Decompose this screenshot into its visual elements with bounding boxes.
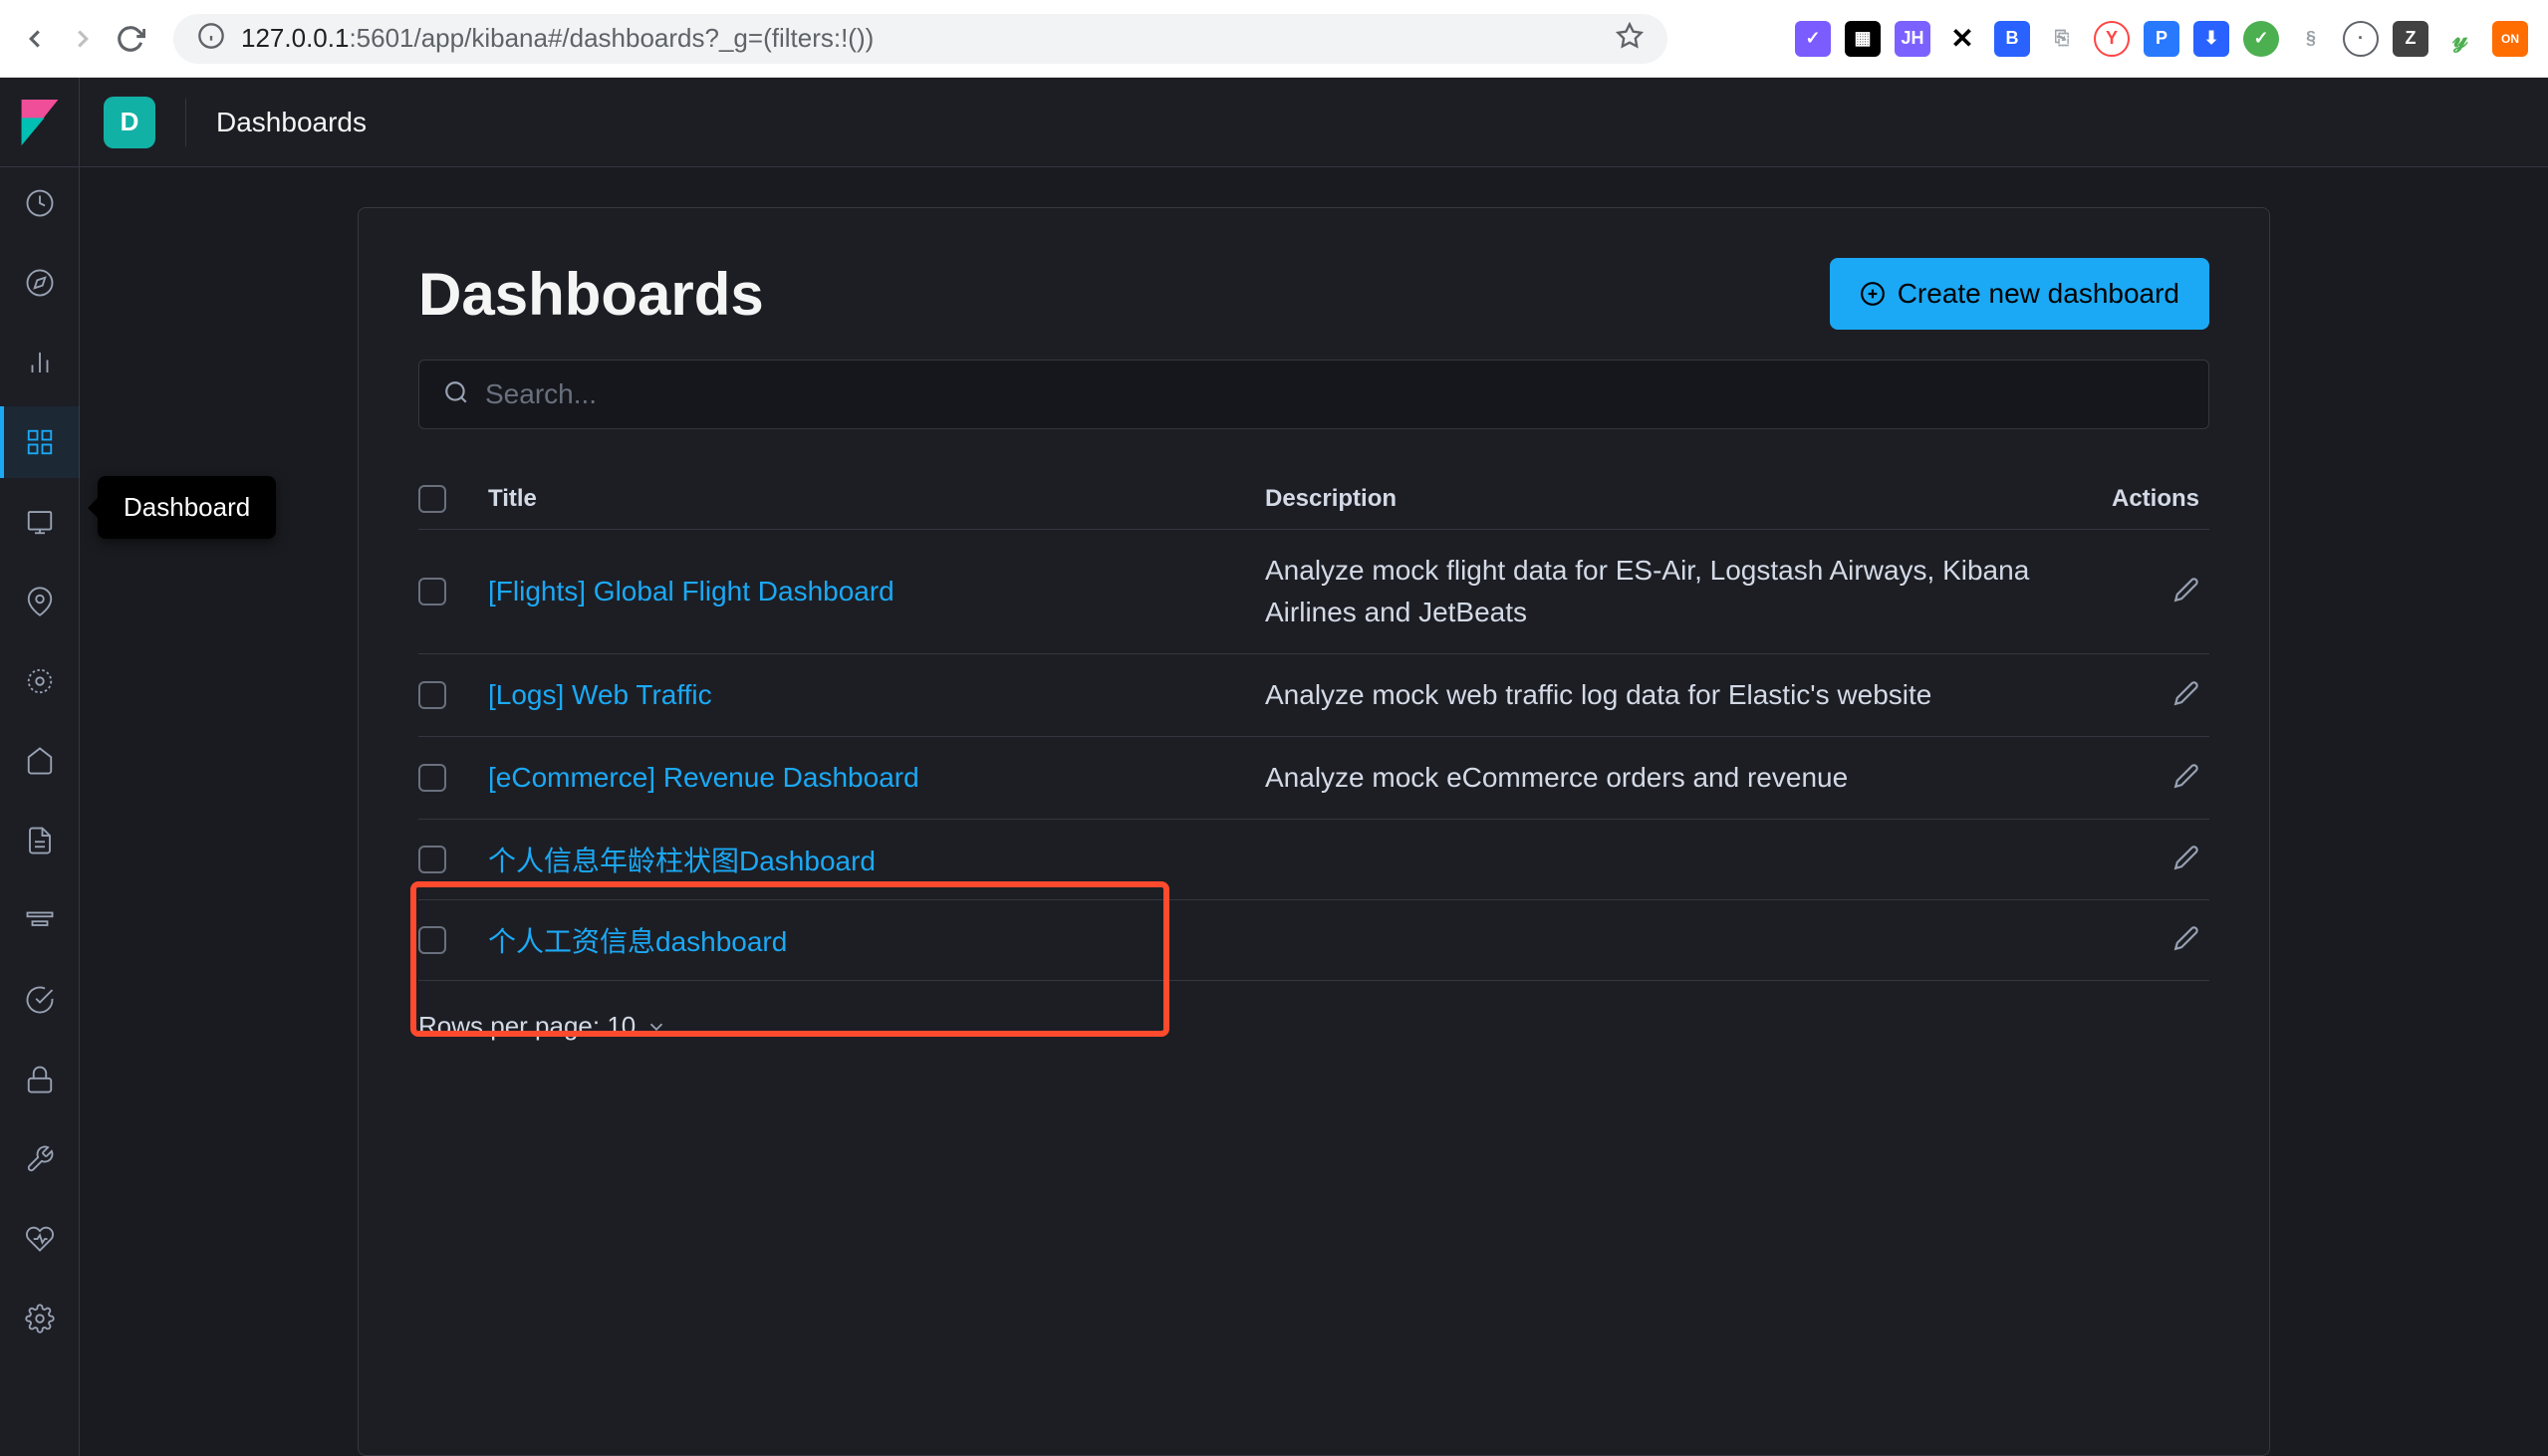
dashboard-link[interactable]: 个人工资信息dashboard <box>488 920 1265 960</box>
space-selector[interactable]: D <box>104 97 155 148</box>
dashboard-description: Analyze mock web traffic log data for El… <box>1265 674 2050 716</box>
row-checkbox[interactable] <box>418 578 446 606</box>
url-text: 127.0.0.1:5601/app/kibana#/dashboards?_g… <box>241 23 1600 54</box>
ext-icon[interactable]: JH <box>1895 21 1930 57</box>
divider <box>185 99 186 146</box>
nav-visualize[interactable] <box>0 327 80 398</box>
site-info-icon[interactable] <box>197 22 225 55</box>
column-description[interactable]: Description <box>1265 485 2050 513</box>
nav-recent[interactable] <box>0 167 80 239</box>
ext-icon[interactable]: ✓ <box>1795 21 1831 57</box>
nav-discover[interactable] <box>0 247 80 319</box>
ext-icon[interactable]: · <box>2343 21 2379 57</box>
edit-icon[interactable] <box>2173 857 2199 874</box>
search-icon <box>443 379 469 410</box>
row-checkbox[interactable] <box>418 764 446 792</box>
table-row: 个人信息年龄柱状图Dashboard <box>418 820 2209 900</box>
dashboard-link[interactable]: [Logs] Web Traffic <box>488 679 1265 711</box>
nav-devtools[interactable] <box>0 1123 80 1195</box>
ext-icon[interactable]: ✓ <box>2243 21 2279 57</box>
page-title: Dashboards <box>418 260 764 329</box>
edit-icon[interactable] <box>2173 938 2199 955</box>
column-title[interactable]: Title <box>488 485 1265 513</box>
back-button[interactable] <box>20 24 50 54</box>
dashboards-panel: Dashboards Create new dashboard Title De… <box>358 207 2270 1456</box>
dashboards-table: Title Description Actions [Flights] Glob… <box>418 469 2209 981</box>
edit-icon[interactable] <box>2173 590 2199 607</box>
nav-maps[interactable] <box>0 566 80 637</box>
ext-icon[interactable]: B <box>1994 21 2030 57</box>
nav-logs[interactable] <box>0 805 80 876</box>
nav-uptime[interactable] <box>0 964 80 1036</box>
ext-icon[interactable]: ✕ <box>1944 21 1980 57</box>
search-box[interactable] <box>418 360 2209 429</box>
search-input[interactable] <box>485 378 2184 410</box>
ext-icon[interactable]: ON <box>2492 21 2528 57</box>
browser-toolbar: 127.0.0.1:5601/app/kibana#/dashboards?_g… <box>0 0 2548 78</box>
row-checkbox[interactable] <box>418 681 446 709</box>
extension-icons: ✓ ▦ JH ✕ B ⎘ Y P ⬇ ✓ § · Z 𝓎 ON <box>1795 21 2528 57</box>
table-row: 个人工资信息dashboard <box>418 900 2209 981</box>
forward-button[interactable] <box>68 24 98 54</box>
edit-icon[interactable] <box>2173 693 2199 710</box>
column-actions: Actions <box>2050 485 2209 513</box>
kibana-logo[interactable] <box>0 78 80 167</box>
nav-monitoring[interactable] <box>0 1203 80 1275</box>
breadcrumb[interactable]: Dashboards <box>216 107 367 138</box>
edit-icon[interactable] <box>2173 776 2199 793</box>
main-content: Dashboards Create new dashboard Title De… <box>80 78 2548 1456</box>
plus-circle-icon <box>1860 281 1886 307</box>
nav-ml[interactable] <box>0 645 80 717</box>
ext-icon[interactable]: Y <box>2094 21 2130 57</box>
chevron-down-icon <box>645 1016 667 1038</box>
nav-sidebar <box>0 78 80 1456</box>
table-row: [eCommerce] Revenue Dashboard Analyze mo… <box>418 737 2209 820</box>
dashboard-link[interactable]: [eCommerce] Revenue Dashboard <box>488 762 1265 794</box>
ext-icon[interactable]: P <box>2144 21 2179 57</box>
table-row: [Logs] Web Traffic Analyze mock web traf… <box>418 654 2209 737</box>
nav-dashboard[interactable] <box>0 406 80 478</box>
nav-infrastructure[interactable] <box>0 725 80 797</box>
ext-icon[interactable]: 𝓎 <box>2442 21 2478 57</box>
nav-security[interactable] <box>0 1044 80 1115</box>
ext-icon[interactable]: ▦ <box>1845 21 1881 57</box>
dashboard-description: Analyze mock flight data for ES-Air, Log… <box>1265 550 2050 633</box>
ext-icon[interactable]: § <box>2293 21 2329 57</box>
select-all-checkbox[interactable] <box>418 485 446 513</box>
row-checkbox[interactable] <box>418 846 446 873</box>
ext-icon[interactable]: ⬇ <box>2193 21 2229 57</box>
ext-icon[interactable]: Z <box>2393 21 2428 57</box>
ext-icon[interactable]: ⎘ <box>2044 21 2080 57</box>
app-header: D Dashboards <box>0 78 2548 167</box>
dashboard-link[interactable]: 个人信息年龄柱状图Dashboard <box>488 840 1265 879</box>
reload-button[interactable] <box>116 24 145 54</box>
bookmark-star-icon[interactable] <box>1616 22 1644 55</box>
nav-apm[interactable] <box>0 884 80 956</box>
nav-management[interactable] <box>0 1283 80 1354</box>
nav-tooltip: Dashboard <box>98 476 276 539</box>
dashboard-link[interactable]: [Flights] Global Flight Dashboard <box>488 576 1265 607</box>
create-dashboard-button[interactable]: Create new dashboard <box>1830 258 2209 330</box>
row-checkbox[interactable] <box>418 926 446 954</box>
table-row: [Flights] Global Flight Dashboard Analyz… <box>418 530 2209 654</box>
nav-canvas[interactable] <box>0 486 80 558</box>
address-bar[interactable]: 127.0.0.1:5601/app/kibana#/dashboards?_g… <box>173 14 1667 64</box>
dashboard-description: Analyze mock eCommerce orders and revenu… <box>1265 757 2050 799</box>
rows-per-page[interactable]: Rows per page: 10 <box>418 1011 2209 1042</box>
